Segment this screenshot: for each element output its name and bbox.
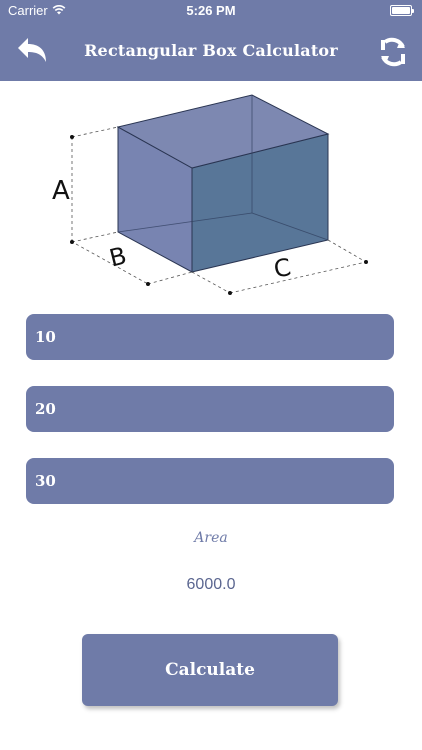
refresh-icon [381,37,405,67]
page-title: Rectangular Box Calculator [84,41,338,60]
dimension-b-input[interactable] [35,400,385,418]
battery-icon [390,5,414,16]
dimension-b-field[interactable] [26,386,394,432]
status-bar: Carrier 5:26 PM [0,0,422,22]
dimension-a-input[interactable] [35,328,385,346]
dimension-c-input[interactable] [35,472,385,490]
back-button[interactable] [14,36,50,66]
dimension-label-b: B [107,241,130,272]
dimension-a-field[interactable] [26,314,394,360]
dimension-label-a: A [52,176,70,206]
status-time: 5:26 PM [186,3,236,18]
dimension-label-c: C [272,253,293,283]
box-diagram: A B C [52,94,368,295]
dimension-c-field[interactable] [26,458,394,504]
back-arrow-icon [18,38,46,62]
navigation-bar: Rectangular Box Calculator [0,22,422,81]
calculate-button[interactable]: Calculate [82,634,338,706]
result-value: 6000.0 [186,576,236,593]
result-label: Area [194,530,228,546]
refresh-button[interactable] [376,35,410,69]
